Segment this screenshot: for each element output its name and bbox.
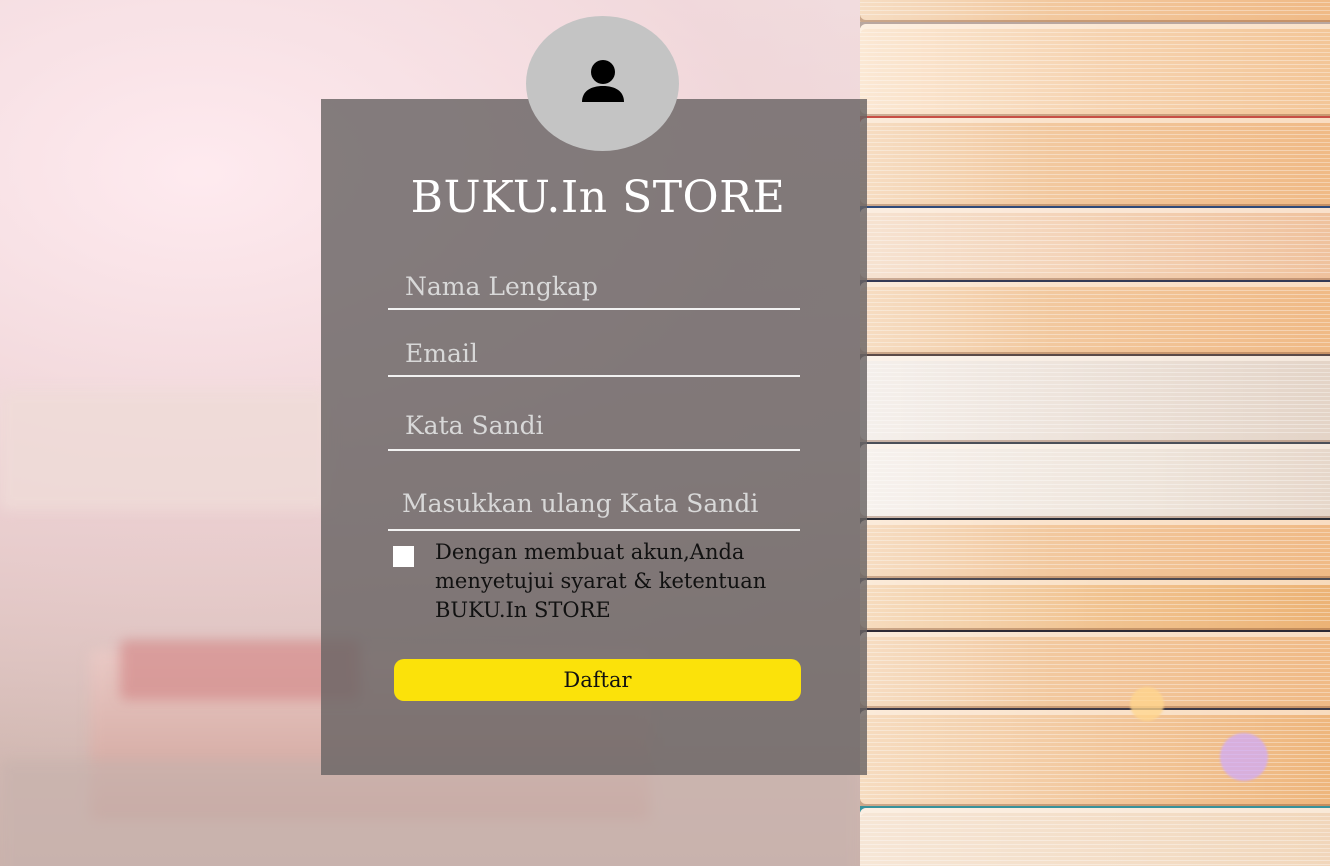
user-icon <box>582 60 624 102</box>
password-input[interactable] <box>388 405 800 445</box>
register-button[interactable]: Daftar <box>394 659 801 701</box>
book-stack <box>860 0 1330 866</box>
confirm-password-field <box>388 483 800 531</box>
background-book <box>0 760 860 866</box>
avatar <box>526 16 679 151</box>
light-bokeh <box>1220 733 1268 781</box>
full-name-field <box>388 266 800 310</box>
password-field <box>388 405 800 451</box>
background-book <box>0 390 330 510</box>
email-field <box>388 333 800 377</box>
full-name-input[interactable] <box>388 266 800 306</box>
terms-label: Dengan membuat akun,Anda menyetujui syar… <box>435 540 767 622</box>
terms-checkbox[interactable] <box>393 546 414 567</box>
page-title: BUKU.In STORE <box>410 172 786 223</box>
light-bokeh <box>1130 687 1164 721</box>
email-input[interactable] <box>388 333 800 373</box>
confirm-password-input[interactable] <box>388 483 800 523</box>
